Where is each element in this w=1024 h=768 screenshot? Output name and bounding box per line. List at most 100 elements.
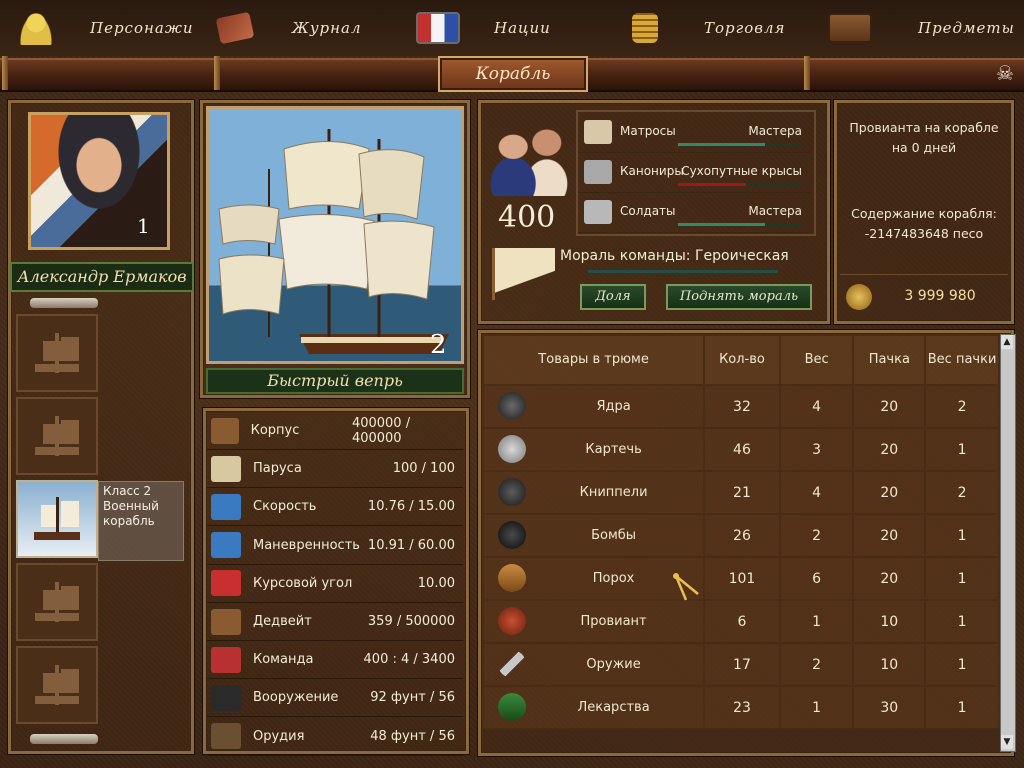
money-amount: 3 999 980: [904, 288, 976, 304]
ship-stat-row[interactable]: Команда 400 : 4 / 3400: [207, 641, 463, 680]
header-pack: Пачка: [852, 334, 927, 386]
rail-post: [804, 56, 810, 90]
scroll-down-arrow-icon[interactable]: ▼: [1001, 735, 1013, 749]
ship-class-info: Класс 2 Военный корабль: [98, 481, 184, 561]
ship-slot-empty[interactable]: [16, 397, 98, 475]
scroll-up-arrow-icon[interactable]: ▲: [1001, 335, 1013, 349]
cannonballs-icon: [498, 392, 526, 420]
close-skull-icon[interactable]: ☠: [993, 61, 1017, 85]
ship-stat-value: 10.00: [417, 575, 455, 591]
cargo-quantity: 17: [703, 642, 781, 687]
cargo-goods-cell[interactable]: Бомбы: [481, 513, 706, 558]
ship-illustration: [218, 129, 449, 354]
provisions-days: Провианта на корабле на 0 дней: [849, 120, 999, 155]
ship-stat-value: 359 / 500000: [367, 614, 455, 629]
cargo-quantity: 21: [703, 470, 781, 515]
cargo-row[interactable]: Лекарства 23 1 30 1: [481, 685, 1000, 730]
ship-stat-value: 92 фунт / 56: [370, 690, 455, 706]
gunner-icon: [584, 160, 612, 184]
cargo-row[interactable]: Картечь 46 3 20 1: [481, 427, 1000, 472]
cargo-pack-weight: 2: [924, 384, 1000, 429]
crew-morale: Мораль команды: Героическая: [560, 248, 789, 264]
cargo-scrollbar[interactable]: [1000, 334, 1016, 752]
ship-stat-row[interactable]: Курсовой угол 10.00: [207, 565, 463, 603]
crew-skill-bar: [678, 143, 802, 146]
ship-slot-selected[interactable]: [16, 480, 98, 558]
ship-stat-label: Орудия: [253, 728, 305, 744]
menu-journal-label: Журнал: [292, 19, 362, 37]
cargo-weight: 4: [778, 384, 855, 429]
ship-stat-row[interactable]: Вооружение 92 фунт / 56: [207, 679, 463, 718]
cargo-weight: 4: [778, 470, 855, 515]
ship-slot-empty[interactable]: [16, 314, 98, 392]
cargo-weight: 3: [778, 427, 855, 472]
ship-stat-row[interactable]: Скорость 10.76 / 15.00: [207, 488, 463, 527]
raise-morale-button[interactable]: Поднять мораль: [666, 284, 812, 310]
crew-skill-row[interactable]: Матросы Мастера: [578, 112, 810, 153]
ship-slot-empty[interactable]: [16, 646, 98, 724]
ship-stat-value: 400000 / 400000: [351, 415, 411, 446]
ship-slot-empty[interactable]: [16, 563, 98, 641]
cargo-goods-cell[interactable]: Лекарства: [481, 685, 706, 730]
ship-list-scroll-down[interactable]: [30, 734, 98, 744]
menu-nations-label: Нации: [494, 19, 551, 37]
menu-journal[interactable]: Журнал: [215, 8, 362, 48]
cargo-row[interactable]: Оружие 17 2 10 1: [481, 642, 1000, 687]
cargo-row[interactable]: Порох 101 6 20 1: [481, 556, 1000, 601]
cargo-row[interactable]: Книппели 21 4 20 2: [481, 470, 1000, 515]
hull-icon: [211, 417, 239, 444]
cargo-quantity: 6: [703, 599, 781, 644]
menu-items-label: Предметы: [918, 19, 1015, 37]
ship-stat-row[interactable]: Корпус 400000 / 400000: [207, 412, 463, 450]
cargo-goods-cell[interactable]: Оружие: [481, 642, 706, 687]
coins-icon: [632, 13, 658, 43]
screen-title: Корабль: [475, 64, 551, 84]
cargo-goods-cell[interactable]: Провиант: [481, 599, 706, 644]
menu-trade[interactable]: Торговля: [632, 8, 785, 48]
soldier-icon: [584, 200, 612, 224]
cargo-quantity: 26: [703, 513, 781, 558]
menu-trade-label: Торговля: [704, 19, 786, 37]
cargo-pack: 20: [852, 470, 927, 515]
menu-characters[interactable]: Персонажи: [18, 8, 194, 48]
ship-icon: [31, 410, 83, 462]
cargo-row[interactable]: Ядра 32 4 20 2: [481, 384, 1000, 429]
cargo-goods-cell[interactable]: Картечь: [481, 427, 706, 472]
cargo-pack-weight: 2: [924, 470, 1000, 515]
cargo-weight: 2: [778, 513, 855, 558]
menu-items[interactable]: Предметы: [828, 8, 1015, 48]
cargo-pack-weight: 1: [924, 513, 1000, 558]
share-button[interactable]: Доля: [580, 284, 646, 310]
crew-skill-row[interactable]: Канониры Сухопутные крысы: [578, 152, 810, 193]
ship-stat-value: 48 фунт / 56: [370, 728, 455, 744]
ship-stat-row[interactable]: Маневренность 10.91 / 60.00: [207, 527, 463, 565]
cargo-goods-cell[interactable]: Ядра: [481, 384, 706, 429]
ship-stat-row[interactable]: Орудия 48 фунт / 56: [207, 718, 463, 756]
ship-stat-label: Дедвейт: [253, 614, 312, 629]
ship-stat-row[interactable]: Паруса 100 / 100: [207, 450, 463, 489]
cargo-quantity: 32: [703, 384, 781, 429]
ship-list-scroll-up[interactable]: [30, 298, 98, 308]
maneuver-icon: [211, 532, 241, 559]
cargo-row[interactable]: Бомбы 26 2 20 1: [481, 513, 1000, 558]
cargo-pack-weight: 1: [924, 642, 1000, 687]
ship-stat-row[interactable]: Дедвейт 359 / 500000: [207, 603, 463, 641]
cargo-goods-cell[interactable]: Книппели: [481, 470, 706, 515]
cargo-pack: 20: [852, 556, 927, 601]
menu-characters-label: Персонажи: [90, 19, 194, 37]
cargo-row[interactable]: Провиант 6 1 10 1: [481, 599, 1000, 644]
cargo-goods-cell[interactable]: Порох: [481, 556, 706, 601]
course-angle-icon: [211, 570, 241, 597]
ship-stat-label: Скорость: [253, 499, 317, 515]
nations-flag-icon: [416, 12, 460, 44]
ship-picture: [206, 106, 464, 364]
menu-nations[interactable]: Нации: [416, 8, 551, 48]
sails-icon: [211, 455, 241, 482]
ship-icon: [31, 327, 83, 379]
ship-stat-label: Паруса: [253, 461, 302, 477]
deadweight-icon: [211, 608, 241, 635]
cargo-weight: 6: [778, 556, 855, 601]
crew-skill-row[interactable]: Солдаты Мастера: [578, 192, 810, 233]
ship-stat-label: Команда: [253, 652, 314, 668]
header-weight: Вес: [778, 334, 855, 386]
